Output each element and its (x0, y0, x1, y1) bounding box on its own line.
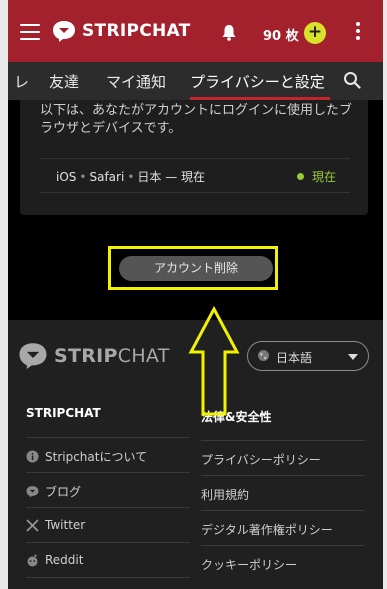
session-os: iOS (56, 170, 77, 184)
sessions-description: 以下は、あなたがアカウントにログインに使用したブラウザとデバイスです。 (40, 103, 353, 136)
footer-link-label: Reddit (45, 553, 84, 567)
search-icon[interactable] (343, 71, 361, 93)
info-icon (26, 450, 39, 463)
app-frame: STRIPCHAT 90 枚 + レ 友達 マイ通知 プライバシーと設定 以下は… (8, 0, 383, 589)
footer-link-blog[interactable]: ブログ (26, 472, 190, 506)
footer-link-label: ブログ (45, 485, 82, 499)
footer-link-label: 利用規約 (201, 488, 250, 502)
delete-account-button[interactable]: アカウント削除 (119, 256, 273, 281)
footer-link-label: Stripchatについて (45, 450, 148, 464)
session-status-label: 現在 (311, 170, 336, 184)
footer-link-twitter[interactable]: Twitter (26, 507, 190, 541)
chevron-down-icon (348, 354, 358, 360)
stripchat-logo-icon (53, 21, 75, 42)
menu-icon[interactable] (20, 24, 40, 40)
more-options-icon[interactable] (356, 22, 360, 43)
footer-link-about[interactable]: Stripchatについて (26, 437, 190, 471)
footer-link-terms[interactable]: 利用規約 (201, 475, 365, 509)
token-balance[interactable]: 90 枚 (263, 25, 299, 44)
stripchat-logo-icon (19, 343, 47, 369)
tab-privacy-settings[interactable]: プライバシーと設定 (190, 71, 325, 92)
footer-link-privacy-policy[interactable]: プライバシーポリシー (201, 440, 365, 474)
tab-friends[interactable]: 友達 (49, 71, 79, 92)
session-location: 日本 — 現在 (137, 170, 206, 184)
footer-link-label: プライバシーポリシー (201, 453, 321, 467)
tab-partial[interactable]: レ (14, 71, 29, 92)
language-selector[interactable]: 日本語 (247, 341, 369, 371)
footer-col1-title: STRIPCHAT (26, 406, 101, 420)
buy-tokens-button[interactable]: + (304, 22, 326, 44)
reddit-icon (27, 554, 38, 566)
globe-icon (257, 349, 270, 365)
settings-tabs: レ 友達 マイ通知 プライバシーと設定 (8, 62, 383, 100)
footer-link-cookie-policy[interactable]: クッキーポリシー (201, 545, 365, 579)
footer-logo[interactable]: STRIPCHAT (18, 342, 170, 369)
footer-divider (26, 577, 190, 589)
session-browser: Safari (89, 170, 125, 184)
footer-link-label: デジタル著作権ポリシー (201, 523, 333, 537)
top-header: STRIPCHAT 90 枚 + (8, 0, 383, 62)
session-status: 現在 (296, 168, 336, 185)
brand-logo[interactable]: STRIPCHAT (52, 20, 191, 42)
footer-brand: STRIPCHAT (54, 344, 170, 367)
chat-bubble-icon (26, 486, 39, 498)
session-row: iOS • Safari • 日本 — 現在 現在 (40, 158, 350, 193)
bell-icon[interactable] (221, 24, 237, 45)
sessions-card: 以下は、あなたがアカウントにログインに使用したブラウザとデバイスです。 iOS •… (20, 100, 368, 215)
status-dot (296, 173, 304, 180)
footer-link-label: クッキーポリシー (201, 558, 298, 572)
session-info: iOS • Safari • 日本 — 現在 (56, 170, 206, 184)
footer-link-label: Twitter (45, 518, 86, 532)
x-logo-icon (26, 518, 39, 532)
annotation-arrow-icon (188, 306, 240, 416)
language-label: 日本語 (276, 351, 313, 365)
footer-link-dmca[interactable]: デジタル著作権ポリシー (201, 510, 365, 544)
footer-link-reddit[interactable]: Reddit (26, 542, 190, 576)
tab-notifications[interactable]: マイ通知 (106, 71, 166, 92)
brand-name: STRIPCHAT (82, 21, 191, 41)
